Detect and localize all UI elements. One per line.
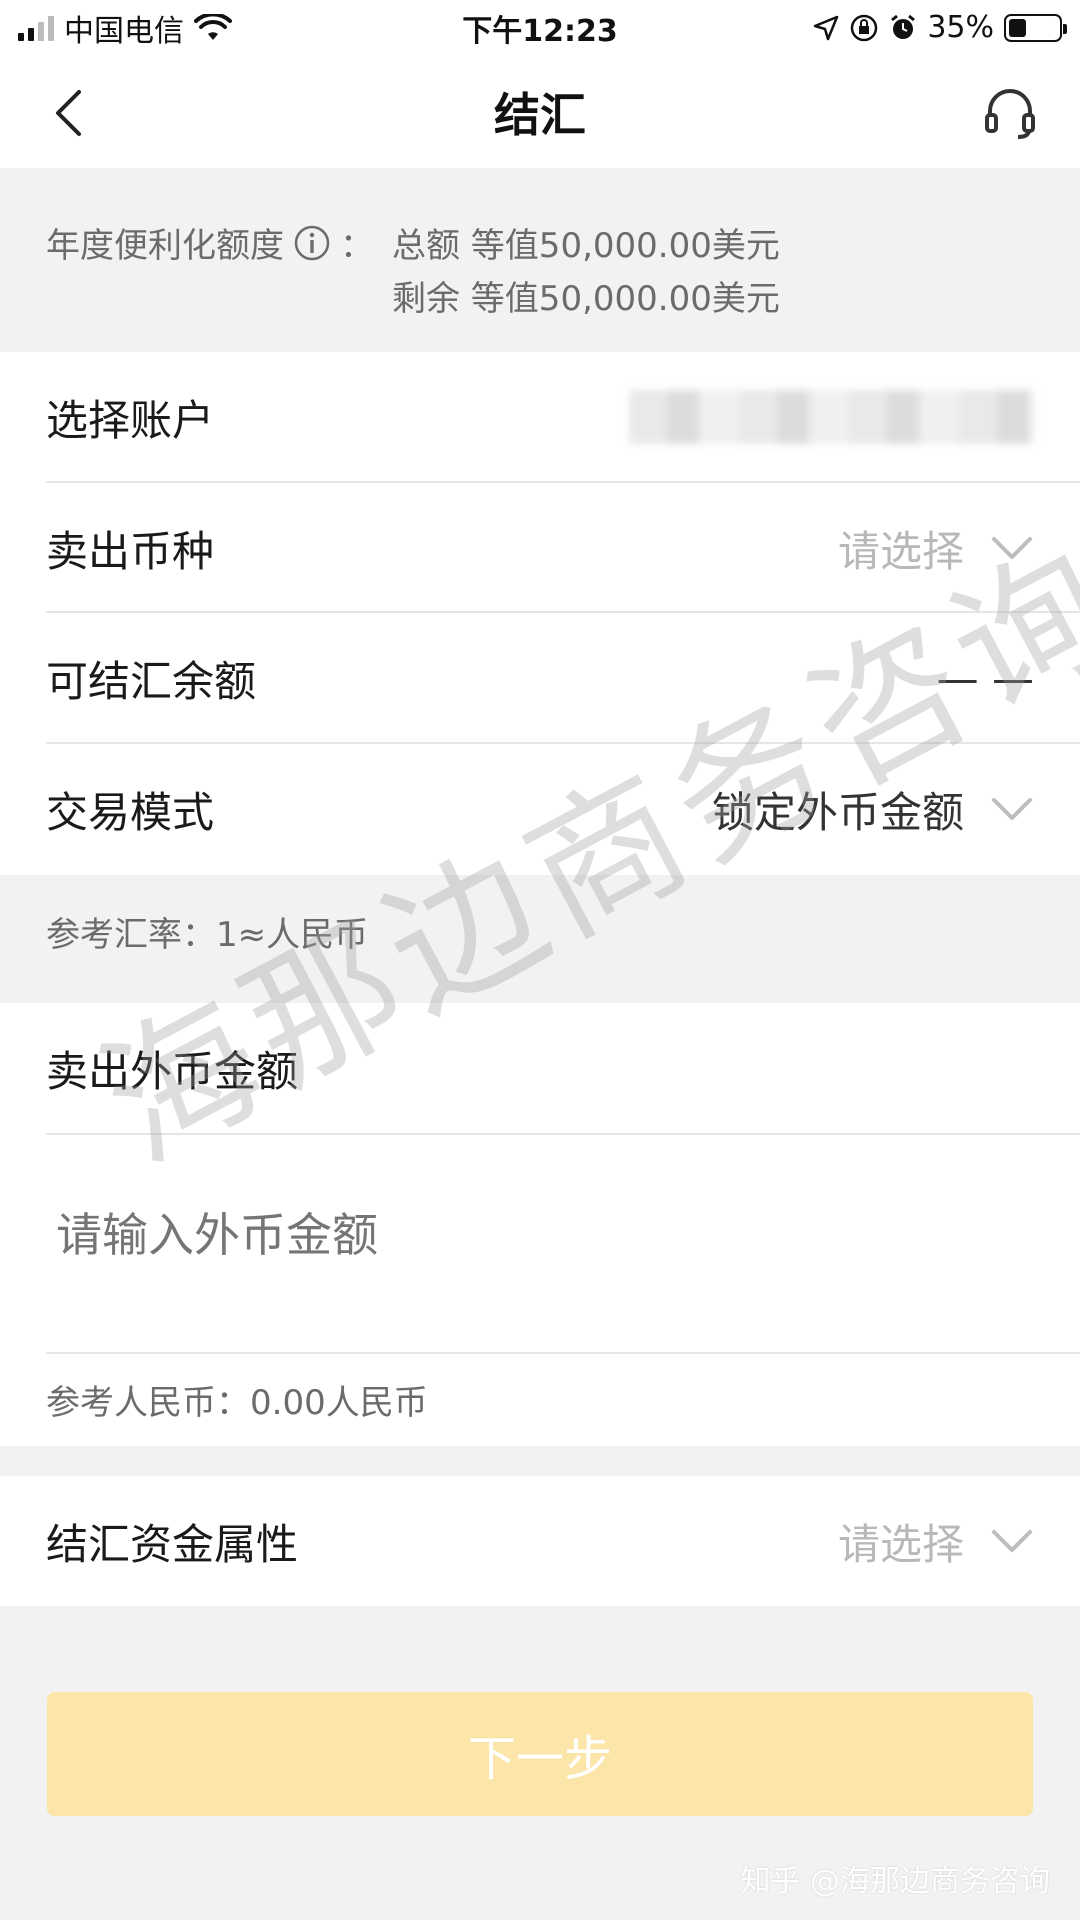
reference-rmb: 参考人民币：0.00人民币 (46, 1383, 428, 1423)
trade-mode-row[interactable]: 交易模式 锁定外币金额 (0, 744, 1080, 874)
sell-amount-title-row: 卖出外币金额 (0, 1003, 1080, 1133)
status-right: 35% (813, 10, 1067, 45)
wifi-icon (194, 13, 232, 42)
chevron-left-icon (56, 90, 81, 136)
quota-colon: ： (340, 226, 374, 266)
fund-attribute-placeholder: 请选择 (837, 1519, 964, 1569)
credit-text: 知乎 @海那边商务咨询 (740, 1864, 1050, 1899)
fund-attribute-label: 结汇资金属性 (46, 1519, 299, 1569)
next-button[interactable]: 下一步 (47, 1692, 1033, 1816)
sell-currency-row[interactable]: 卖出币种 请选择 (0, 483, 1080, 613)
carrier-name: 中国电信 (64, 13, 184, 49)
rotation-lock-icon (849, 13, 879, 43)
mode-value: 锁定外币金额 (711, 787, 964, 837)
quota-label: 年度便利化额度 ： (46, 218, 374, 267)
select-account-row[interactable]: 选择账户 (0, 352, 1080, 482)
amount-input[interactable] (56, 1208, 1016, 1262)
quota-remaining: 剩余 等值50,000.00美元 (392, 279, 780, 319)
chevron-down-icon (992, 798, 1032, 820)
balance-value: — — (936, 653, 1034, 703)
divider (46, 1133, 1080, 1135)
quota-label-text: 年度便利化额度 (46, 226, 284, 266)
reference-rate: 参考汇率：1≈人民币 (46, 915, 369, 955)
customer-service-button[interactable] (980, 83, 1040, 143)
alarm-icon (889, 14, 917, 42)
divider (46, 1352, 1080, 1354)
signal-icon (18, 15, 54, 41)
screen: 中国电信 下午12:23 35% 结汇 年度便利化额度 ： 总额 等值50,00… (0, 0, 1080, 1920)
account-masked-value (629, 390, 1034, 444)
form-card: 选择账户 卖出币种 请选择 可结汇余额 — — 交易模式 锁定外币金额 (0, 352, 1080, 875)
annual-quota-panel: 年度便利化额度 ： 总额 等值50,000.00美元 剩余 等值50,000.0… (0, 168, 1080, 352)
headset-icon (985, 89, 1035, 139)
sell-currency-placeholder: 请选择 (837, 526, 964, 576)
balance-label: 可结汇余额 (46, 656, 257, 706)
fund-attribute-card: 结汇资金属性 请选择 (0, 1476, 1080, 1606)
sell-amount-label: 卖出外币金额 (46, 1046, 299, 1096)
fund-attribute-row[interactable]: 结汇资金属性 请选择 (0, 1476, 1080, 1606)
reference-rate-bar: 参考汇率：1≈人民币 (0, 875, 1080, 1003)
sell-currency-label: 卖出币种 (46, 526, 215, 576)
quota-total: 总额 等值50,000.00美元 (392, 226, 780, 266)
status-bar: 中国电信 下午12:23 35% (0, 0, 1080, 55)
nav-bar: 结汇 (0, 55, 1080, 168)
chevron-down-icon (992, 1530, 1032, 1552)
battery-fill (1009, 18, 1026, 37)
info-circle-icon[interactable] (292, 223, 332, 263)
battery-icon (1004, 13, 1067, 42)
account-label: 选择账户 (46, 395, 215, 445)
battery-percent: 35% (927, 10, 994, 45)
available-balance-row: 可结汇余额 — — (0, 613, 1080, 743)
back-button[interactable] (40, 85, 96, 141)
page-title: 结汇 (494, 87, 586, 142)
mode-label: 交易模式 (46, 787, 215, 837)
status-left: 中国电信 (18, 6, 232, 50)
location-arrow-icon (813, 15, 839, 41)
chevron-down-icon (992, 537, 1032, 559)
